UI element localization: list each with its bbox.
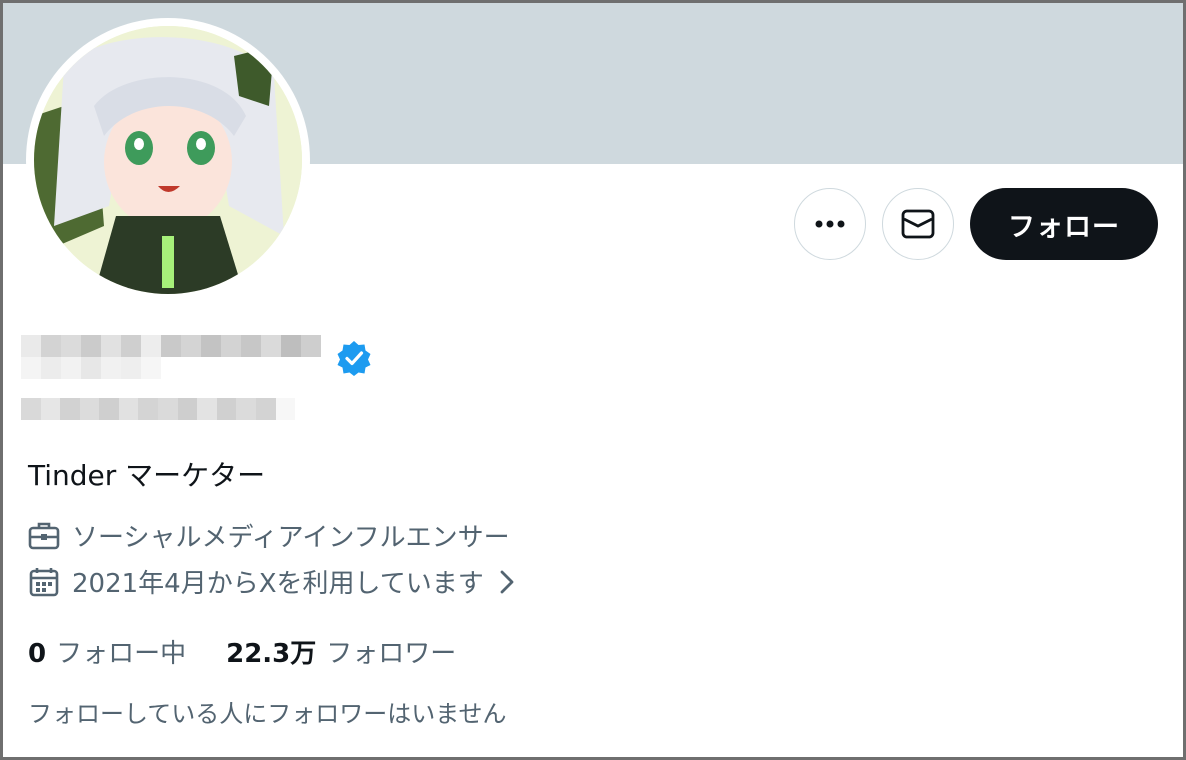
followers-label: フォロワー: [326, 639, 457, 669]
avatar-image: [34, 26, 302, 294]
mail-icon: [901, 209, 935, 239]
briefcase-icon: [28, 522, 60, 549]
followers-you-know-notice: フォローしている人にフォロワーはいません: [28, 700, 507, 728]
more-button[interactable]: [794, 188, 866, 260]
followers-count: 22.3万: [226, 639, 317, 669]
follow-button[interactable]: フォロー: [970, 188, 1158, 260]
profile-card: フォロー Tinder マーケター ソーシャルメディアインフルエンサー 2021…: [0, 0, 1186, 760]
username-redacted: [21, 398, 296, 420]
calendar-icon: [29, 567, 59, 596]
profile-avatar[interactable]: [26, 18, 310, 302]
followers-stat[interactable]: 22.3万 フォロワー: [226, 633, 456, 670]
following-count: 0: [28, 639, 47, 669]
following-label: フォロー中: [56, 639, 187, 669]
chevron-right-icon: [500, 570, 514, 593]
following-stat[interactable]: 0 フォロー中: [28, 633, 186, 670]
display-name-redacted: [21, 335, 327, 379]
joined-label: 2021年4月からXを利用しています: [72, 569, 484, 599]
message-button[interactable]: [882, 188, 954, 260]
profile-joined-date[interactable]: 2021年4月からXを利用しています: [28, 563, 530, 600]
job-label: ソーシャルメディアインフルエンサー: [72, 523, 510, 553]
verified-badge-icon[interactable]: [336, 340, 372, 376]
profile-job: ソーシャルメディアインフルエンサー: [28, 517, 510, 554]
more-icon: [815, 220, 845, 228]
follow-stats: 0 フォロー中 22.3万 フォロワー: [28, 633, 496, 670]
profile-bio: Tinder マーケター: [28, 459, 266, 492]
